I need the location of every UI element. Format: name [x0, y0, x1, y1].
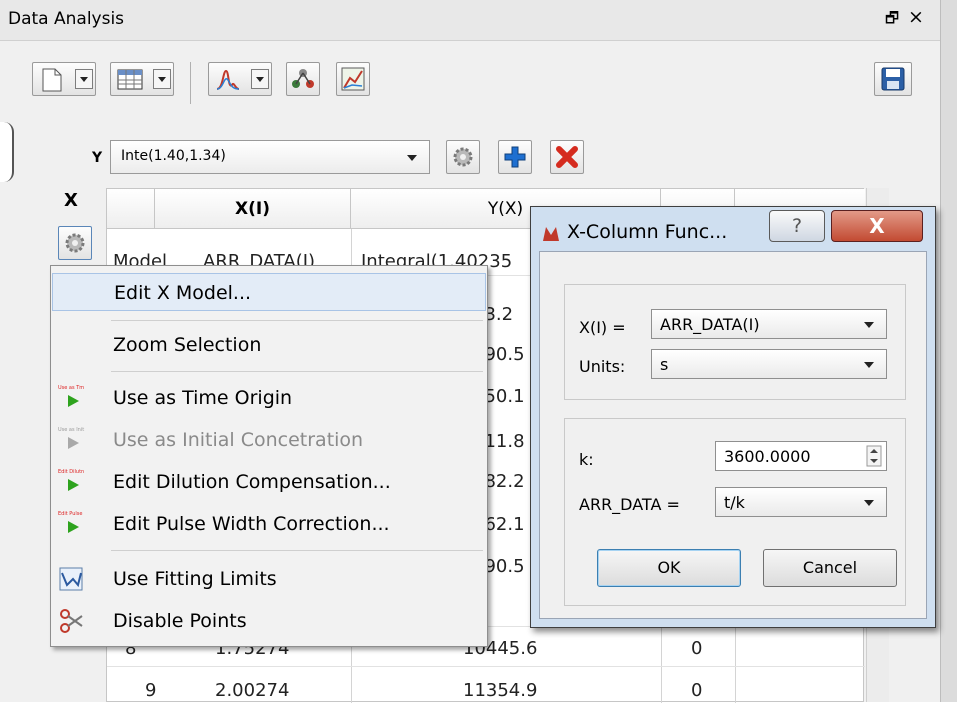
table-cell[interactable]: 2.00274	[215, 680, 289, 701]
fitting-limits-icon	[59, 567, 83, 591]
arr-data-value: t/k	[724, 493, 745, 512]
menu-item-use-fitting-limits[interactable]: Use Fitting Limits	[52, 560, 486, 598]
units-select[interactable]: s	[651, 349, 887, 379]
chevron-down-icon	[864, 362, 874, 368]
x-model-label: X(I) =	[579, 318, 626, 337]
x-column-function-dialog: X-Column Func... ? X X(I) = ARR_DATA(I) …	[530, 206, 936, 628]
x-model-group: X(I) = ARR_DATA(I) Units: s	[564, 284, 906, 400]
table-cell[interactable]: 0	[691, 638, 702, 659]
plot-icon	[341, 67, 365, 91]
settings-icon	[65, 233, 85, 253]
arr-data-select[interactable]: t/k	[715, 487, 887, 517]
units-value: s	[660, 355, 669, 374]
peak-chart-button[interactable]	[208, 62, 272, 96]
menu-item-disable-points[interactable]: Disable Points	[52, 602, 486, 640]
chevron-down-icon[interactable]	[75, 69, 93, 89]
menu-item-zoom-selection[interactable]: Zoom Selection	[52, 326, 486, 364]
menu-item-label: Use Fitting Limits	[113, 568, 277, 590]
play-icon: Use as Tm	[58, 384, 86, 412]
save-button[interactable]	[874, 62, 912, 96]
panel-right-edge	[940, 0, 957, 702]
splitter-handle[interactable]	[0, 122, 14, 182]
panel-titlebar: Data Analysis 🗗 ×	[0, 0, 940, 41]
menu-item-label: Zoom Selection	[113, 334, 262, 356]
new-document-button[interactable]	[32, 62, 96, 96]
menu-item-label: Edit Pulse Width Correction...	[113, 513, 390, 535]
menu-item-edit-x-model[interactable]: Edit X Model...	[52, 273, 486, 311]
play-icon: Use as Init	[58, 426, 86, 454]
play-icon: Edit Dilutn	[58, 468, 86, 496]
menu-item-label: Disable Points	[113, 610, 247, 632]
table-icon	[117, 69, 143, 90]
toolbar-separator	[190, 62, 191, 104]
k-label: k:	[579, 450, 594, 469]
menu-item-label: Edit Dilution Compensation...	[113, 471, 391, 493]
table-cell[interactable]: 11354.9	[463, 680, 537, 701]
menu-item-label: Edit X Model...	[114, 282, 252, 304]
play-icon: Edit Pulse	[58, 510, 86, 538]
k-spinbox[interactable]: 3600.0000	[715, 441, 887, 471]
table-cell[interactable]: 0	[691, 680, 702, 701]
row-divider	[107, 666, 865, 667]
dialog-close-button[interactable]: X	[831, 210, 923, 242]
menu-item-use-as-time-origin[interactable]: Use as Tm Use as Time Origin	[52, 379, 486, 417]
delete-icon	[556, 146, 578, 168]
dialog-title: X-Column Func...	[567, 221, 728, 243]
plot-button[interactable]	[336, 62, 370, 96]
dialog-body: X(I) = ARR_DATA(I) Units: s k: 3600.0000…	[539, 251, 927, 619]
row-index: 9	[145, 680, 157, 701]
scissors-icon	[60, 609, 83, 633]
y-settings-button[interactable]	[446, 140, 480, 174]
menu-separator	[111, 550, 483, 551]
model-fit-button[interactable]	[286, 62, 320, 96]
chevron-down-icon	[864, 500, 874, 506]
menu-item-label: Use as Time Origin	[113, 387, 293, 409]
panel-title: Data Analysis	[8, 9, 125, 29]
table-button[interactable]	[110, 62, 174, 96]
help-button[interactable]: ?	[769, 210, 825, 242]
context-menu: Edit X Model... Zoom Selection Use as Tm…	[50, 265, 488, 647]
y-label: Y	[92, 150, 103, 166]
parameters-group: k: 3600.0000 ARR_DATA = t/k OK Cancel	[564, 418, 906, 606]
save-icon	[881, 67, 905, 91]
model-fit-icon	[292, 69, 314, 88]
ok-button[interactable]: OK	[597, 549, 741, 587]
column-header[interactable]	[107, 189, 155, 229]
add-icon	[504, 146, 526, 168]
peak-chart-icon	[216, 69, 240, 90]
y-delete-button[interactable]	[550, 140, 584, 174]
menu-item-edit-pulse-width-correction[interactable]: Edit Pulse Edit Pulse Width Correction..…	[52, 505, 486, 543]
x-model-select[interactable]: ARR_DATA(I)	[651, 309, 887, 339]
menu-item-edit-dilution-compensation[interactable]: Edit Dilutn Edit Dilution Compensation..…	[52, 463, 486, 501]
chevron-down-icon[interactable]	[153, 69, 171, 89]
menu-separator	[111, 320, 483, 321]
x-label: X	[64, 190, 78, 211]
y-column-value: Inte(1.40,1.34)	[121, 148, 226, 164]
x-settings-button[interactable]	[58, 226, 92, 260]
menu-item-use-as-initial-concentration[interactable]: Use as Init Use as Initial Concetration	[52, 421, 486, 459]
x-model-value: ARR_DATA(I)	[660, 315, 760, 334]
spin-arrows-icon[interactable]	[866, 445, 882, 467]
column-header-x[interactable]: X(I)	[155, 189, 351, 229]
chevron-down-icon[interactable]	[251, 69, 269, 89]
settings-icon	[453, 147, 473, 167]
y-column-select[interactable]: Inte(1.40,1.34)	[110, 140, 430, 174]
arr-data-label: ARR_DATA =	[579, 495, 680, 514]
units-label: Units:	[579, 357, 626, 376]
cancel-button[interactable]: Cancel	[763, 549, 897, 587]
chevron-down-icon	[864, 322, 874, 328]
chevron-down-icon	[407, 155, 417, 161]
k-value: 3600.0000	[724, 447, 811, 466]
menu-item-label: Use as Initial Concetration	[113, 429, 364, 451]
app-logo-icon	[543, 227, 559, 241]
y-add-button[interactable]	[498, 140, 532, 174]
menu-separator	[111, 371, 483, 372]
new-document-icon	[42, 68, 62, 92]
close-panel-button[interactable]: ×	[908, 6, 924, 28]
float-panel-button[interactable]: 🗗	[885, 8, 899, 33]
